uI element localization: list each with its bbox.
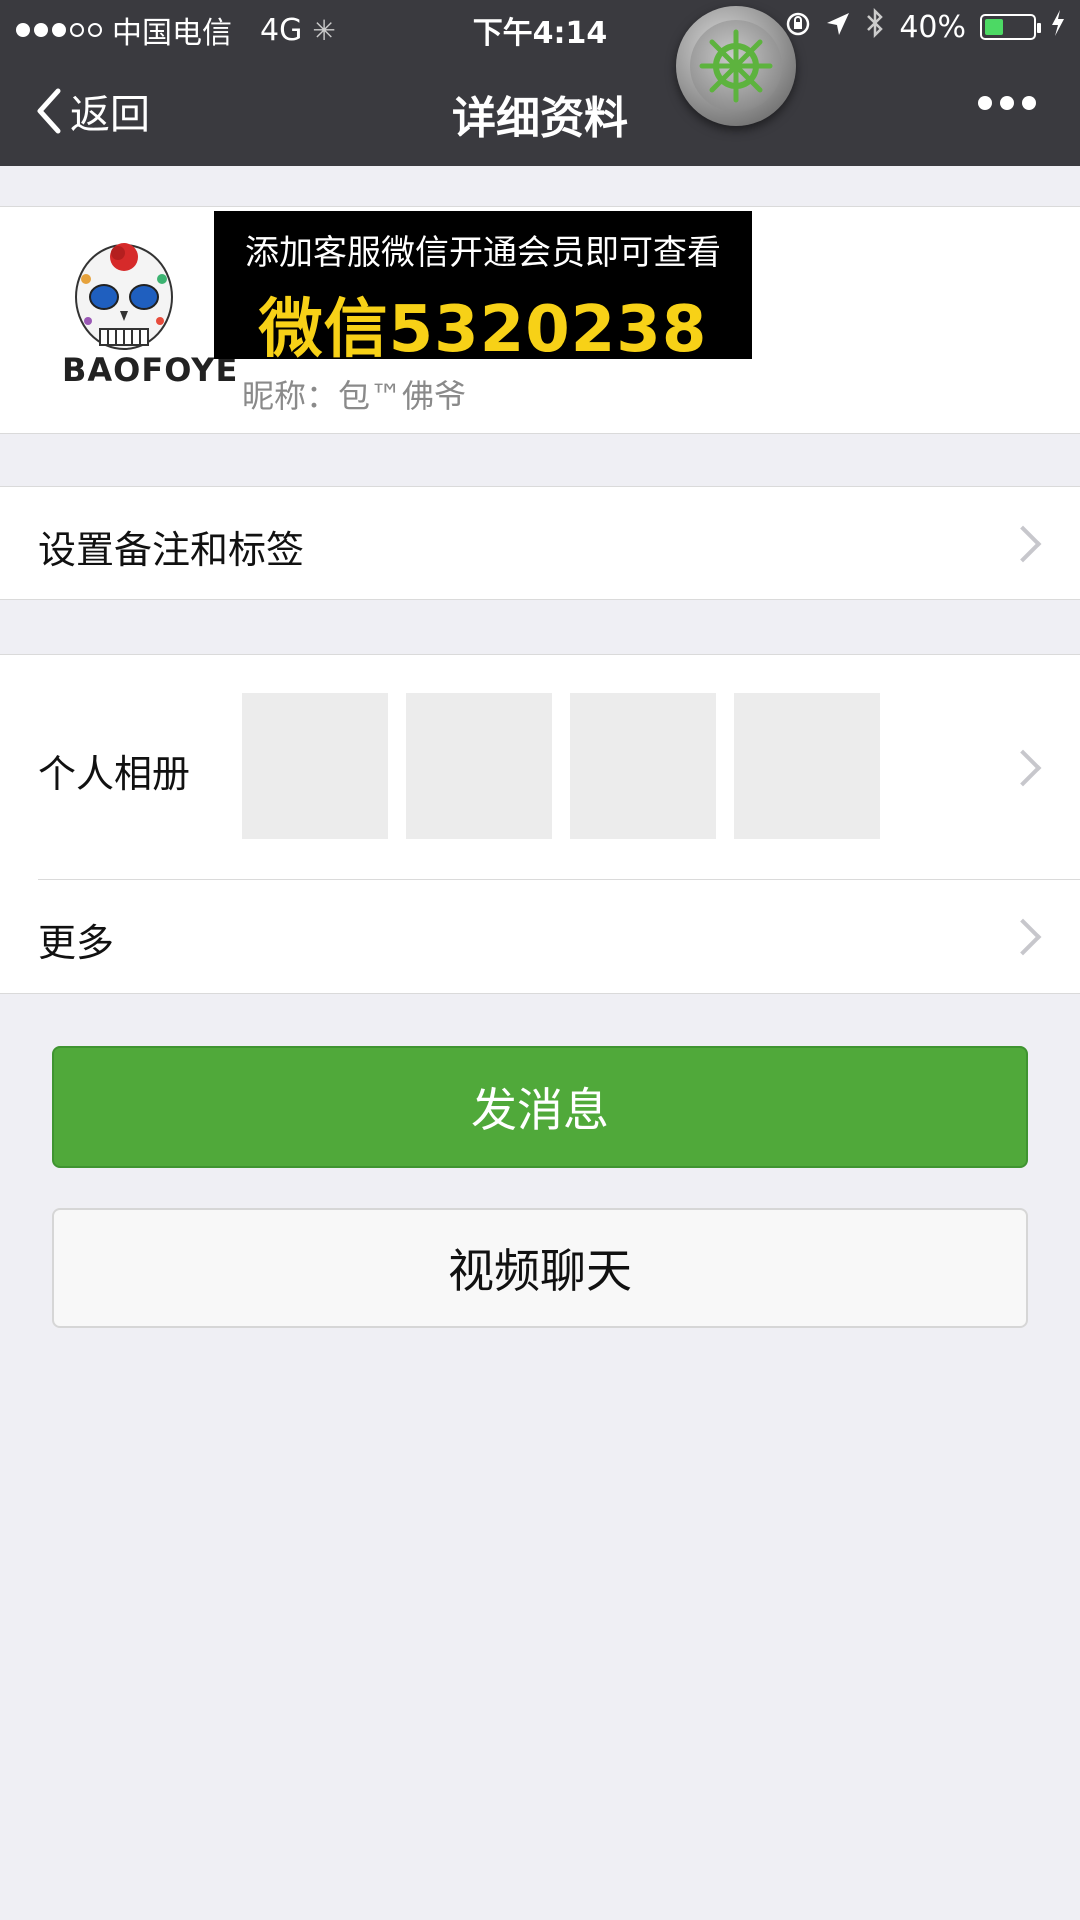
album-thumbnail [734,693,880,839]
album-thumbnail [242,693,388,839]
more-label: 更多 [38,921,115,965]
album-more-group: 个人相册 更多 [0,654,1080,994]
set-remark-tags-label: 设置备注和标签 [38,528,305,572]
send-message-label: 发消息 [471,1083,609,1137]
album-thumbnail [406,693,552,839]
nickname-label: 昵称：包™佛爷 [242,377,467,415]
video-chat-button[interactable]: 视频聊天 [52,1208,1028,1328]
avatar[interactable]: BAOFOYE [48,235,237,405]
bluetooth-icon [865,7,885,46]
more-options-button[interactable] [978,96,1036,110]
more-row[interactable]: 更多 [0,880,1080,992]
status-right: 40% [785,7,1066,46]
promo-banner: 添加客服微信开通会员即可查看 微信5320238 [214,211,752,367]
status-bar: 中国电信 4G ✳ 下午4:14 40% [0,0,1080,54]
battery-percent: 40% [899,9,966,45]
promo-banner-line1: 添加客服微信开通会员即可查看 [245,233,721,273]
more-dot-icon [978,96,992,110]
personal-album-row[interactable]: 个人相册 [0,655,1080,879]
video-chat-label: 视频聊天 [448,1244,632,1298]
profile-card: BAOFOYE 添加客服微信开通会员即可查看 微信5320238 昵称：包™佛爷 [0,206,1080,434]
chevron-right-icon [1004,525,1042,563]
chevron-right-icon [1004,918,1042,956]
set-remark-tags-row[interactable]: 设置备注和标签 [0,486,1080,600]
top-bar: 中国电信 4G ✳ 下午4:14 40% 返回 详细资料 [0,0,1080,166]
promo-banner-line2: 微信5320238 [258,293,708,367]
album-thumbnail [570,693,716,839]
chevron-right-icon [1004,749,1042,787]
battery-icon [980,14,1041,40]
more-dot-icon [1000,96,1014,110]
send-message-button[interactable]: 发消息 [52,1046,1028,1168]
charging-bolt-icon [1050,9,1066,45]
page-title: 详细资料 [452,93,628,144]
avatar-brand-label: BAOFOYE [62,351,239,389]
more-dot-icon [1022,96,1036,110]
location-arrow-icon [825,10,851,45]
personal-album-label: 个人相册 [38,752,191,796]
album-thumbnails [242,693,880,839]
